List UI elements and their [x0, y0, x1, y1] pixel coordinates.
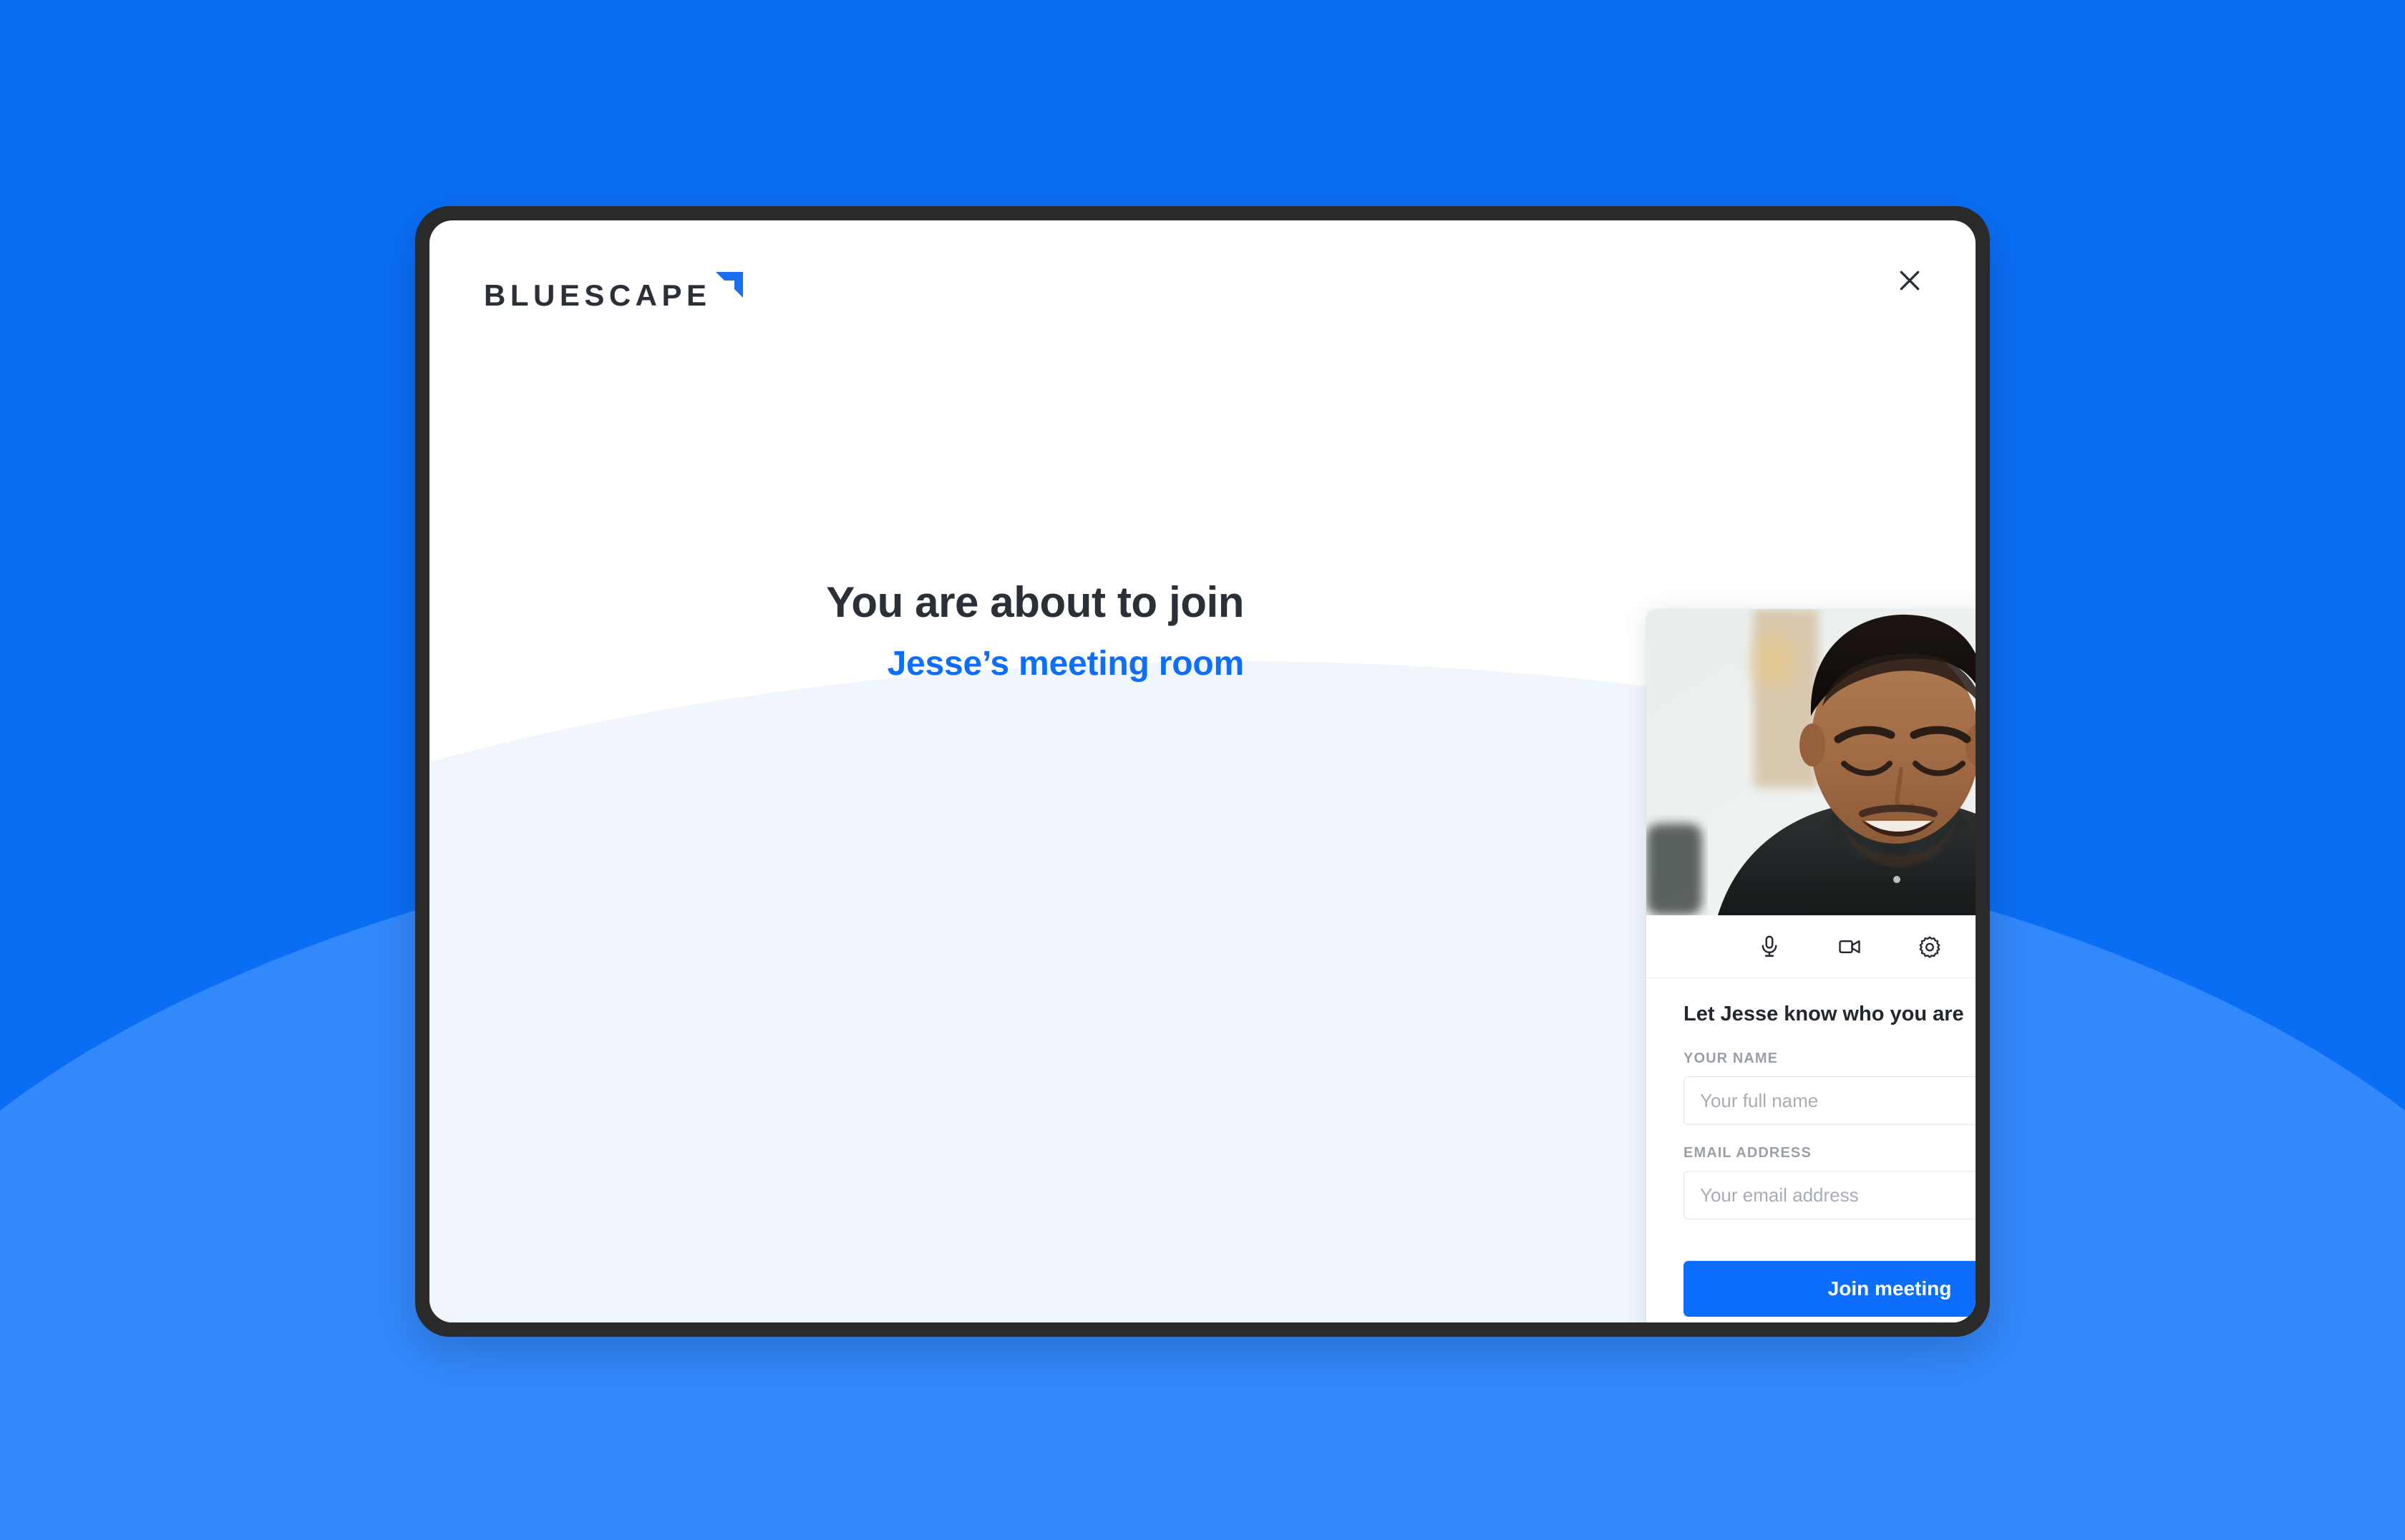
camera-icon	[1839, 940, 1860, 953]
join-form: Let Jesse know who you are Optional YOUR…	[1646, 978, 1976, 1322]
close-button[interactable]	[1887, 258, 1933, 303]
email-input[interactable]	[1684, 1171, 1976, 1219]
join-meeting-button[interactable]: Join meeting	[1684, 1261, 1976, 1317]
meeting-room-name: Jesse’s meeting room	[887, 645, 1245, 683]
email-field-group: EMAIL ADDRESS	[1684, 1145, 1976, 1219]
gear-icon	[1919, 936, 1940, 958]
email-field-label: EMAIL ADDRESS	[1684, 1145, 1812, 1161]
settings-button[interactable]	[1911, 928, 1948, 965]
form-header: Let Jesse know who you are Optional	[1684, 1003, 1976, 1026]
hero-text-block: You are about to join Jesse’s meeting ro…	[429, 578, 1288, 683]
close-icon	[1900, 271, 1920, 291]
video-preview[interactable]	[1646, 609, 1976, 915]
name-input[interactable]	[1684, 1076, 1976, 1125]
page-title: You are about to join	[826, 578, 1244, 626]
name-field-group: YOUR NAME	[1684, 1051, 1976, 1125]
microphone-icon	[1762, 935, 1777, 957]
join-meeting-card: Let Jesse know who you are Optional YOUR…	[1646, 609, 1976, 1322]
bluescape-mark-icon	[713, 265, 746, 306]
media-controls-toolbar	[1646, 915, 1976, 978]
tablet-device-frame: BLUESCAPE You are about to join Jesse’s …	[415, 206, 1990, 1337]
logo-wordmark: BLUESCAPE	[484, 278, 711, 312]
camera-button[interactable]	[1831, 928, 1868, 965]
microphone-button[interactable]	[1751, 928, 1788, 965]
form-title: Let Jesse know who you are	[1684, 1003, 1964, 1025]
name-field-label: YOUR NAME	[1684, 1051, 1779, 1066]
tablet-screen: BLUESCAPE You are about to join Jesse’s …	[429, 220, 1976, 1322]
bluescape-logo: BLUESCAPE	[484, 265, 746, 311]
